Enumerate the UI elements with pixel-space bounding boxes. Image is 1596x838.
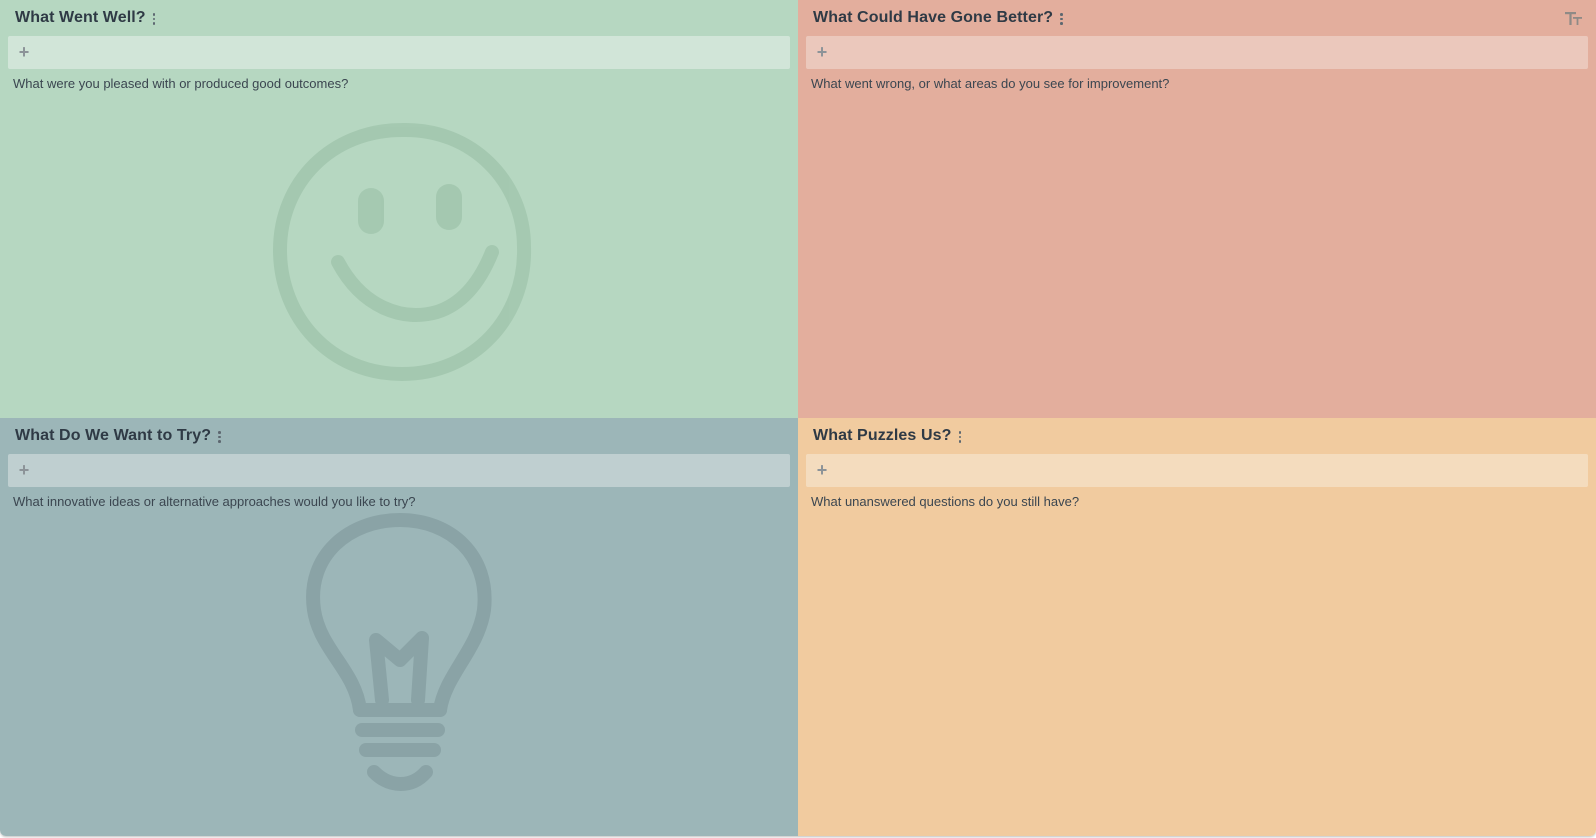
more-options-icon[interactable] [1059,11,1064,27]
quadrant-puzzles-us: What Puzzles Us? + What unanswered quest… [798,418,1596,836]
more-options-icon[interactable] [152,11,157,27]
add-card-input[interactable]: + [806,454,1588,487]
text-size-icon[interactable] [1564,9,1584,29]
quadrant-could-be-better: What Could Have Gone Better? + What went… [798,0,1596,418]
plus-icon[interactable]: + [815,43,829,61]
quadrant-prompt: What unanswered questions do you still h… [811,494,1080,509]
plus-icon[interactable]: + [815,461,829,479]
quadrant-header: What Do We Want to Try? [15,425,222,447]
quadrant-went-well: What Went Well? + What were you pleased … [0,0,798,418]
retro-board: What Went Well? + What were you pleased … [0,0,1596,836]
quadrant-title: What Could Have Gone Better? [813,9,1054,26]
quadrant-prompt: What were you pleased with or produced g… [13,76,349,91]
quadrant-title: What Puzzles Us? [813,427,952,444]
quadrant-prompt: What innovative ideas or alternative app… [13,494,416,509]
quadrant-prompt: What went wrong, or what areas do you se… [811,76,1170,91]
smiley-face-icon [273,122,532,381]
quadrant-header: What Went Well? [15,7,156,29]
quadrant-want-to-try: What Do We Want to Try? + What innovativ… [0,418,798,836]
plus-icon[interactable]: + [17,43,31,61]
lightbulb-icon [306,513,492,791]
quadrant-title: What Went Well? [15,9,146,26]
more-options-icon[interactable] [217,429,222,445]
quadrant-header: What Could Have Gone Better? [813,7,1064,29]
quadrant-header: What Puzzles Us? [813,425,962,447]
add-card-input[interactable]: + [806,36,1588,69]
add-card-input[interactable]: + [8,36,790,69]
plus-icon[interactable]: + [17,461,31,479]
quadrant-title: What Do We Want to Try? [15,427,212,444]
add-card-input[interactable]: + [8,454,790,487]
more-options-icon[interactable] [958,429,963,445]
